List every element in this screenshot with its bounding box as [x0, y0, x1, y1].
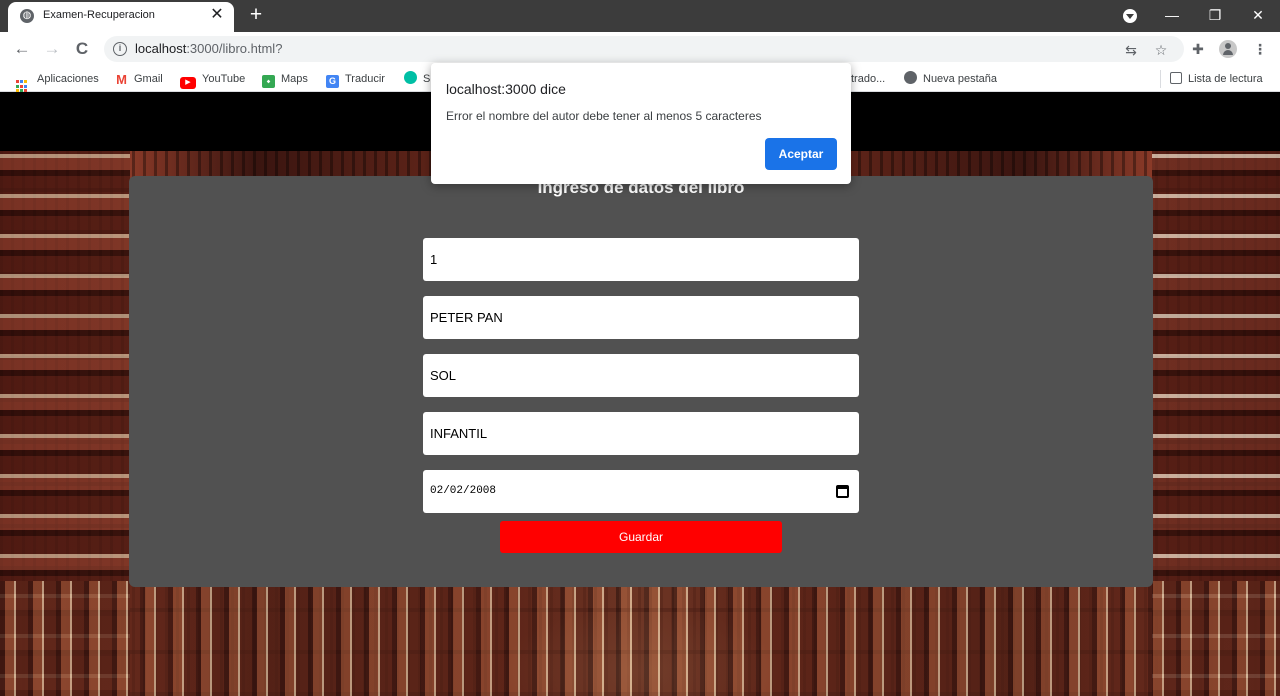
bookmark-label: Aplicaciones: [37, 73, 99, 85]
alert-title: localhost:3000 dice: [446, 81, 566, 97]
bookmark-maps[interactable]: ⬩ Maps: [262, 71, 308, 88]
menu-kebab-icon[interactable]: ⋮: [1248, 37, 1272, 61]
close-window-button[interactable]: ✕: [1244, 4, 1272, 26]
reading-list-label: Lista de lectura: [1188, 73, 1263, 85]
calendar-icon[interactable]: [836, 485, 849, 498]
date-value: 02/02/2008: [430, 485, 497, 497]
browser-toolbar: ← → C i localhost:3000/libro.html? ⇆ ☆ ✚…: [0, 32, 1280, 66]
youtube-icon: ▶: [180, 77, 196, 89]
tab-close-icon[interactable]: ✕: [208, 6, 226, 24]
bookmark-label: Gmail: [134, 73, 163, 85]
extensions-puzzle-icon[interactable]: ✚: [1186, 37, 1210, 61]
tab-title: Examen-Recuperacion: [43, 9, 155, 21]
tab-examen-recuperacion[interactable]: ◍ Examen-Recuperacion ✕: [8, 2, 234, 32]
tab-strip: ◍ Examen-Recuperacion ✕ + — ❐ ✕: [0, 0, 1280, 32]
reading-list[interactable]: Lista de lectura: [1170, 71, 1263, 87]
bookmark-s[interactable]: S: [404, 71, 430, 87]
apps-grid-icon: [16, 80, 29, 93]
bookmark-aplicaciones[interactable]: Aplicaciones: [16, 71, 99, 93]
minimize-button[interactable]: —: [1158, 4, 1186, 26]
globe-icon: ◍: [20, 9, 34, 23]
alert-message: Error el nombre del autor debe tener al …: [446, 109, 762, 123]
bookmark-youtube[interactable]: ▶ YouTube: [180, 71, 246, 89]
url-host: localhost: [135, 41, 187, 56]
save-button[interactable]: Guardar: [500, 521, 782, 553]
bookmark-traducir[interactable]: G Traducir: [326, 71, 385, 88]
bookmark-label: Nueva pestaña: [923, 73, 997, 85]
book-id-input[interactable]: 1: [423, 238, 859, 281]
site-info-icon[interactable]: i: [113, 42, 127, 56]
reading-list-icon: [1170, 72, 1182, 84]
address-bar[interactable]: i localhost:3000/libro.html? ⇆ ☆: [104, 36, 1184, 62]
bookmark-label: Maps: [281, 73, 308, 85]
bookmark-nueva-pestana[interactable]: Nueva pestaña: [904, 71, 997, 87]
bookmark-label: S: [423, 73, 431, 85]
translate-icon: G: [326, 75, 339, 88]
url-path: :3000/libro.html?: [186, 41, 283, 56]
bookshelf-bottom: [0, 581, 1280, 696]
bookmark-truncated[interactable]: trado...: [851, 71, 885, 87]
alert-dialog: localhost:3000 dice Error el nombre del …: [431, 63, 851, 184]
bookmark-label: Traducir: [345, 73, 385, 85]
address-url[interactable]: localhost:3000/libro.html?: [135, 41, 282, 56]
bookmark-gmail[interactable]: M Gmail: [115, 71, 163, 87]
translate-page-icon[interactable]: ⇆: [1122, 41, 1140, 59]
accept-button[interactable]: Aceptar: [765, 138, 837, 170]
book-date-input[interactable]: 02/02/2008: [423, 470, 859, 513]
book-genre-input[interactable]: INFANTIL: [423, 412, 859, 455]
tab-search-icon[interactable]: [1123, 9, 1137, 23]
profile-avatar-icon[interactable]: [1219, 40, 1237, 58]
forward-button[interactable]: →: [40, 37, 64, 61]
maps-icon: ⬩: [262, 75, 275, 88]
restore-button[interactable]: ❐: [1201, 4, 1229, 26]
book-title-input[interactable]: PETER PAN: [423, 296, 859, 339]
back-button[interactable]: ←: [10, 37, 34, 61]
book-author-input[interactable]: SOL: [423, 354, 859, 397]
browser-window: ◍ Examen-Recuperacion ✕ + — ❐ ✕ ← → C i …: [0, 0, 1280, 696]
page-viewport: Ingreso de datos del libro 1 PETER PAN S…: [0, 96, 1280, 696]
bookmark-star-icon[interactable]: ☆: [1152, 41, 1170, 59]
book-form-card: Ingreso de datos del libro 1 PETER PAN S…: [129, 176, 1153, 587]
bookmarks-separator: [1160, 70, 1161, 88]
reload-button[interactable]: C: [70, 37, 94, 61]
bookmark-label: trado...: [851, 73, 886, 85]
new-tab-button[interactable]: +: [244, 3, 268, 27]
bookmark-label: YouTube: [202, 73, 246, 85]
site-icon: [404, 71, 417, 84]
gmail-icon: M: [116, 72, 127, 87]
globe-icon: [904, 71, 917, 84]
